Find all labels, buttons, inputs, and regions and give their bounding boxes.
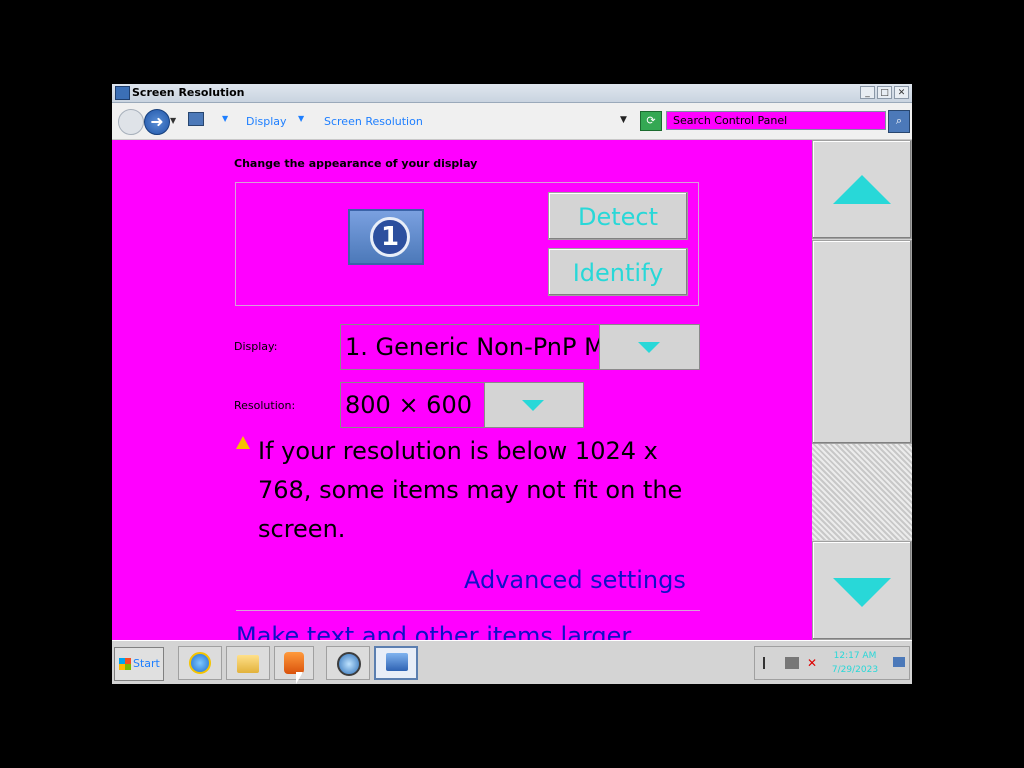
page-heading: Change the appearance of your display	[234, 157, 478, 170]
refresh-icon[interactable]: ⟳	[640, 111, 662, 131]
search-input[interactable]: Search Control Panel	[666, 111, 886, 130]
breadcrumb-screen-resolution[interactable]: Screen Resolution	[324, 115, 423, 128]
warning-icon	[236, 436, 250, 449]
arrow-down-icon	[833, 578, 891, 607]
resolution-select[interactable]: 800 × 600	[340, 382, 584, 428]
breadcrumb-arrow-icon[interactable]: ▼	[222, 114, 228, 123]
clock[interactable]: 12:17 AM 7/29/2023	[825, 649, 885, 677]
media-player-icon[interactable]	[274, 646, 314, 680]
search-icon[interactable]: ⌕	[888, 110, 910, 133]
scroll-track[interactable]	[812, 444, 912, 540]
resolution-label: Resolution:	[234, 399, 296, 412]
vertical-scrollbar[interactable]	[812, 140, 912, 640]
detect-button[interactable]: Detect	[548, 192, 688, 240]
windows-logo-icon	[119, 658, 131, 670]
address-dropdown-icon[interactable]: ▼	[620, 115, 627, 125]
clock-time: 12:17 AM	[833, 651, 877, 661]
breadcrumb-arrow-icon[interactable]: ▼	[298, 114, 304, 123]
divider	[236, 610, 700, 611]
display-dropdown-button[interactable]	[599, 325, 699, 369]
start-label: Start	[133, 657, 160, 670]
arrow-up-icon	[833, 175, 891, 204]
resolution-dropdown-button[interactable]	[484, 383, 583, 427]
minimize-button[interactable]: _	[860, 86, 875, 99]
file-explorer-icon[interactable]	[226, 646, 270, 680]
display-settings-icon	[115, 86, 130, 100]
monitor-icon[interactable]: 1	[348, 209, 424, 265]
maximize-button[interactable]: □	[877, 86, 892, 99]
display-select[interactable]: 1. Generic Non-PnP Monitor	[340, 324, 700, 370]
scroll-down-button[interactable]	[812, 541, 912, 640]
screen-resolution-window: Screen Resolution _ □ ✕ ➜ ▼ ▼ Display ▼ …	[112, 84, 912, 684]
system-tray: ✕ 12:17 AM 7/29/2023	[754, 646, 910, 680]
main-content: Change the appearance of your display 1 …	[112, 140, 812, 650]
internet-explorer-icon[interactable]	[178, 646, 222, 680]
advanced-settings-link[interactable]: Advanced settings	[464, 566, 686, 594]
display-label: Display:	[234, 340, 278, 353]
control-panel-icon[interactable]	[374, 646, 418, 680]
chevron-down-icon	[638, 342, 660, 353]
start-button[interactable]: Start	[114, 647, 164, 681]
monitor-number: 1	[370, 217, 410, 257]
taskbar: Start ✕ 12:17 AM 7/29/2023	[112, 640, 912, 684]
mouse-cursor	[296, 672, 303, 684]
identify-button[interactable]: Identify	[548, 248, 688, 296]
breadcrumb-display[interactable]: Display	[246, 115, 287, 128]
back-icon[interactable]	[118, 109, 144, 135]
resolution-warning: If your resolution is below 1024 x 768, …	[258, 437, 683, 543]
network-icon[interactable]	[785, 657, 799, 669]
control-panel-icon[interactable]	[188, 112, 204, 126]
network-globe-icon[interactable]	[326, 646, 370, 680]
monitor-panel: 1 Detect Identify	[235, 182, 699, 306]
show-desktop-icon[interactable]	[893, 657, 905, 667]
close-button[interactable]: ✕	[894, 86, 909, 99]
action-center-flag-icon[interactable]	[763, 657, 779, 669]
volume-muted-icon[interactable]: ✕	[807, 657, 821, 669]
clock-date: 7/29/2023	[831, 665, 879, 675]
scroll-thumb[interactable]	[812, 240, 912, 444]
resolution-select-value: 800 × 600	[345, 391, 472, 419]
chevron-down-icon	[522, 400, 544, 411]
title-bar: Screen Resolution _ □ ✕	[112, 84, 912, 103]
recent-pages-dropdown-icon[interactable]: ▼	[170, 116, 176, 125]
window-title: Screen Resolution	[132, 86, 245, 99]
scroll-up-button[interactable]	[812, 140, 912, 239]
address-bar: ➜ ▼ ▼ Display ▼ Screen Resolution ▼ ⟳ Se…	[112, 103, 912, 140]
forward-icon[interactable]: ➜	[144, 109, 170, 135]
